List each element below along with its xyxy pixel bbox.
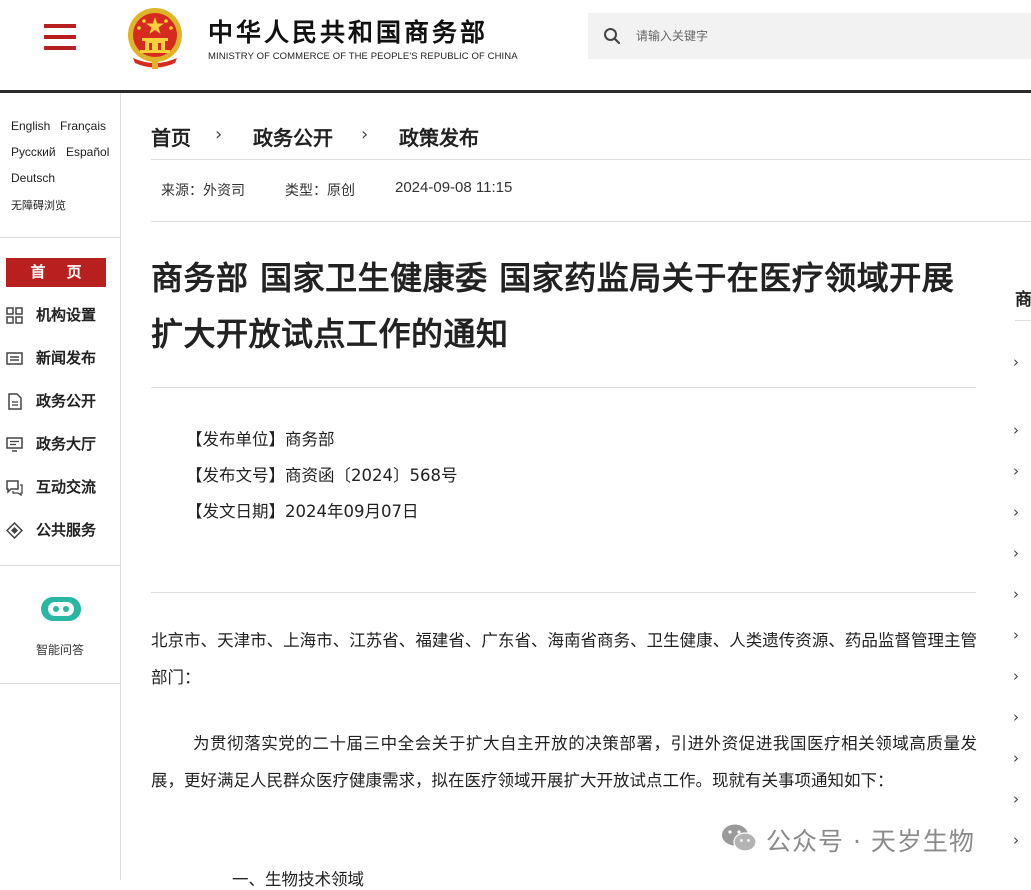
chevron-right-icon[interactable]: › [1013,544,1019,562]
chevron-right-icon[interactable]: › [1013,790,1019,808]
sidebar-item-label: 政务大厅 [36,435,97,453]
wechat-icon [722,824,757,852]
robot-assistant-icon[interactable] [38,593,84,625]
body-paragraph: 为贯彻落实党的二十届三中全会关于扩大自主开放的决策部署，引进外资促进我国医疗相关… [151,734,977,790]
chevron-right-icon[interactable]: › [1013,353,1019,371]
site-subtitle: MINISTRY OF COMMERCE OF THE PEOPLE'S REP… [208,51,518,62]
header-divider [0,90,1031,93]
sidebar-item-hall[interactable]: 政务大厅 [6,430,120,460]
chevron-right-icon[interactable]: › [1013,462,1019,480]
breadcrumb-home[interactable]: 首页 [151,122,191,151]
chevron-right-icon[interactable]: › [1013,421,1019,439]
chevron-right-icon[interactable]: › [1013,749,1019,767]
article-title: 商务部 国家卫生健康委 国家药监局关于在医疗领域开展扩大开放试点工作的通知 [151,259,955,353]
search-input[interactable] [636,13,1016,59]
doc-number: 【发布文号】商资函〔2024〕568号 [186,466,458,485]
site-title: 中华人民共和国商务部 [208,18,489,47]
chevron-right-icon: › [215,124,223,145]
sidebar-divider [0,683,120,684]
meta-divider [151,221,1031,222]
left-sidebar: English Français Русский Español Deutsch… [0,93,121,880]
national-emblem-icon[interactable] [125,6,185,70]
sidebar-item-label: 机构设置 [36,306,97,324]
breadcrumb-affairs[interactable]: 政务公开 [253,122,333,151]
chevron-right-icon[interactable]: › [1013,667,1019,685]
breadcrumb-policy[interactable]: 政策发布 [399,122,479,151]
assistant-label[interactable]: 智能问答 [0,641,120,658]
chevron-right-icon[interactable]: › [1013,626,1019,644]
sidebar-item-label: 互动交流 [36,478,97,496]
section-heading: 一、生物技术领域 [232,870,364,889]
sidebar-item-label: 政务公开 [36,392,97,410]
sidebar-item-news[interactable]: 新闻发布 [6,344,120,374]
title-divider [151,387,976,388]
chevron-right-icon[interactable]: › [1013,585,1019,603]
sidebar-divider [0,565,120,566]
chevron-right-icon[interactable]: › [1013,831,1019,849]
meta-datetime: 2024-09-08 11:15 [395,179,513,196]
sidebar-item-services[interactable]: 公共服务 [6,516,120,546]
sidebar-item-affairs[interactable]: 政务公开 [6,387,120,417]
menu-icon[interactable] [44,24,76,50]
accessibility-link[interactable]: 无障碍浏览 [11,197,66,213]
right-column-divider [1015,320,1031,321]
search-icon[interactable] [603,27,621,45]
news-icon [6,352,23,365]
issuer: 【发布单位】商务部 [186,430,335,449]
issue-date: 【发文日期】2024年09月07日 [186,502,419,521]
chat-icon [6,480,23,496]
site-header: 中华人民共和国商务部 MINISTRY OF COMMERCE OF THE P… [0,0,1031,90]
sidebar-divider [0,237,120,238]
sidebar-item-interaction[interactable]: 互动交流 [6,473,120,503]
monitor-icon [6,437,23,452]
info-divider [151,592,976,593]
chevron-right-icon[interactable]: › [1013,503,1019,521]
sidebar-item-label: 新闻发布 [36,349,97,367]
lang-english[interactable]: English [11,119,50,133]
lang-french[interactable]: Français [60,119,106,133]
lang-russian[interactable]: Русский [11,145,56,159]
addressee-paragraph: 北京市、天津市、上海市、江苏省、福建省、广东省、海南省商务、卫生健康、人类遗传资… [151,631,977,687]
search-bar [588,13,1031,59]
meta-source: 来源：外资司 [161,183,245,199]
sidebar-item-organization[interactable]: 机构设置 [6,301,120,331]
grid-icon [6,307,23,324]
watermark-text: 公众号 · 天岁生物 [766,827,975,856]
right-column-heading: 商 [1015,290,1031,310]
sidebar-item-label: 公共服务 [36,521,97,539]
service-icon [6,522,23,539]
lang-german[interactable]: Deutsch [11,171,55,185]
breadcrumb-divider [151,159,1031,160]
document-icon [8,393,22,410]
lang-spanish[interactable]: Español [66,145,109,159]
chevron-right-icon: › [361,124,369,145]
chevron-right-icon[interactable]: › [1013,708,1019,726]
meta-type: 类型：原创 [285,183,355,199]
home-button[interactable]: 首 页 [6,258,106,287]
